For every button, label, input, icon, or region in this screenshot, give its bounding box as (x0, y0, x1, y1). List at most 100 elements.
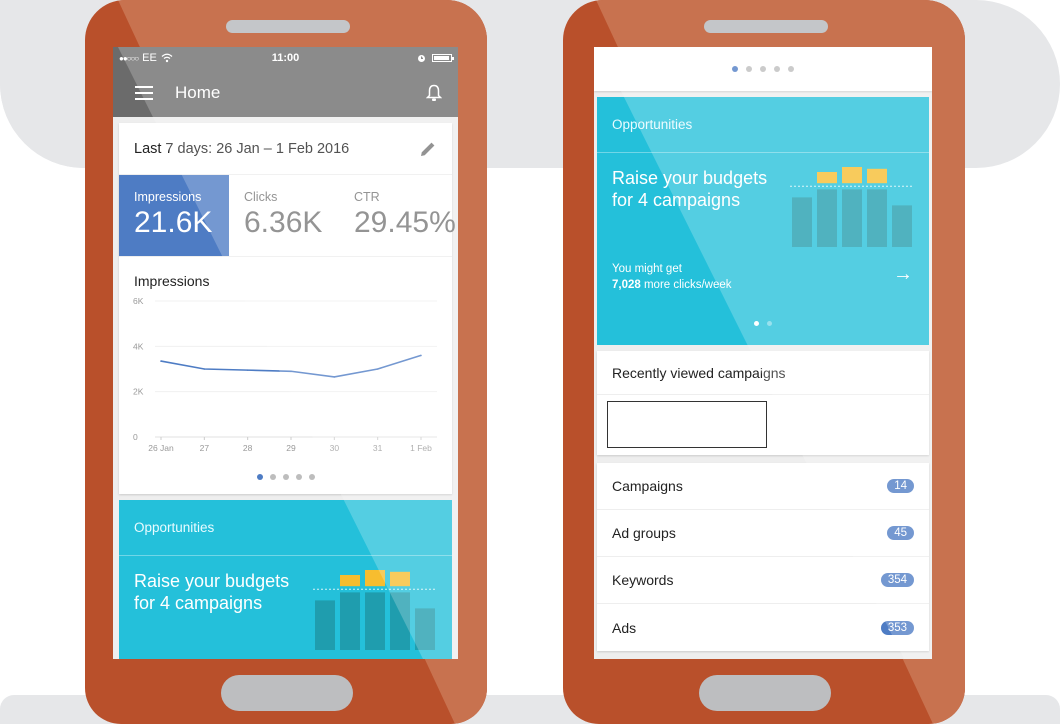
recent-campaigns-card: Recently viewed campaigns (597, 351, 929, 455)
opportunity-card[interactable]: Opportunities Raise your budgets for 4 c… (119, 500, 452, 659)
illustration-base-bar (892, 205, 912, 247)
budget-bars-illustration (790, 167, 914, 247)
pager-dot[interactable] (256, 474, 263, 480)
metric-value: 21.6K (134, 206, 213, 239)
metric-label: Impressions (134, 190, 202, 204)
date-range-label: Last 7 days: 26 Jan – 1 Feb 2016 (134, 140, 350, 157)
illustration-base-bar (792, 197, 812, 247)
phone-speaker (226, 20, 350, 33)
recent-campaigns-title: Recently viewed campaigns (597, 351, 929, 395)
performance-card: Last 7 days: 26 Jan – 1 Feb 2016 Impress… (119, 123, 456, 494)
count-badge: 354 (880, 573, 914, 587)
pager-dot[interactable] (754, 321, 759, 326)
count-badge: 14 (887, 479, 914, 493)
pager-dot[interactable] (732, 66, 738, 72)
x-tick-label: 29 (286, 443, 296, 453)
illustration-base-bar (415, 608, 435, 650)
y-tick-label: 2K (133, 387, 144, 397)
illustration-increase-bar (867, 168, 887, 184)
arrow-right-icon[interactable]: → (893, 263, 913, 286)
opportunity-card[interactable]: Opportunities Raise your budgets for 4 c… (597, 97, 929, 345)
x-tick-label: 26 Jan (148, 443, 174, 453)
opportunity-title: Raise your budgets for 4 campaigns (612, 168, 768, 210)
opportunity-title: Raise your budgets for 4 campaigns (134, 571, 290, 613)
list-item-ad-groups[interactable]: Ad groups 45 (597, 510, 929, 557)
date-range-row[interactable]: Last 7 days: 26 Jan – 1 Feb 2016 (119, 123, 452, 175)
opportunity-estimate: You might get 7,028 more clicks/week (612, 261, 732, 293)
metric-tab-ctr[interactable]: CTR 29.45% (339, 175, 456, 256)
x-tick-label: 28 (243, 443, 253, 453)
count-badge: 353 (880, 620, 914, 635)
metric-value: 6.36K (244, 206, 323, 239)
home-button[interactable] (221, 675, 353, 711)
metric-label: Clicks (244, 190, 278, 204)
pager-dot[interactable] (308, 474, 315, 480)
metric-tab-impressions[interactable]: Impressions 21.6K (119, 175, 229, 256)
list-item-label: Ads (612, 619, 637, 636)
home-button[interactable] (699, 675, 831, 711)
estimate-line-2: more clicks/week (640, 279, 732, 291)
pager-dot[interactable] (760, 66, 766, 72)
y-tick-label: 0 (133, 432, 138, 442)
illustration-increase-bar (390, 571, 410, 587)
status-time: 11:00 (271, 52, 300, 64)
notifications-bell-icon[interactable] (426, 84, 442, 102)
pager-dot[interactable] (767, 321, 772, 326)
opportunity-pager-dots (597, 321, 929, 326)
estimate-line-1: You might get (612, 263, 682, 275)
hamburger-menu-icon[interactable] (129, 86, 159, 100)
list-item-ads[interactable]: Ads 353 (597, 604, 929, 651)
data-point (333, 376, 336, 378)
opportunity-header: Opportunities (119, 500, 452, 556)
page-title: Home (175, 83, 221, 102)
metric-tab-clicks[interactable]: Clicks 6.36K (229, 175, 339, 256)
phone-left: ●●○○○ EE 11:00 Home Last 7 days: 26 Jan … (85, 0, 487, 724)
count-badge: 45 (887, 526, 914, 540)
illustration-base-bar (867, 189, 887, 247)
x-tick-label: 31 (373, 443, 383, 453)
edit-pencil-icon[interactable] (419, 140, 437, 158)
pager-dots (594, 47, 932, 91)
illustration-base-bar (365, 592, 385, 650)
illustration-increase-bar (365, 570, 385, 587)
app-bar: Home (113, 69, 458, 117)
metrics-tabs: Impressions 21.6K Clicks 6.36K CTR 29.45… (119, 175, 456, 257)
list-item-campaigns[interactable]: Campaigns 14 (597, 463, 929, 510)
pager-dot[interactable] (788, 66, 794, 72)
status-bar: ●●○○○ EE 11:00 (113, 47, 458, 69)
impressions-chart: 0 2K 4K 6K 26 Jan 27 28 29 30 31 1 Feb (119, 289, 452, 474)
illustration-increase-bar (842, 167, 862, 184)
list-item-label: Campaigns (612, 478, 683, 494)
opportunity-header: Opportunities (597, 97, 929, 153)
data-point (376, 368, 379, 370)
data-point (203, 368, 206, 370)
y-tick-label: 6K (133, 296, 144, 306)
budget-bars-illustration (313, 570, 437, 650)
list-item-keywords[interactable]: Keywords 354 (597, 557, 929, 604)
list-item-label: Keywords (612, 572, 674, 588)
pager-dot[interactable] (746, 66, 752, 72)
chart-title: Impressions (134, 273, 210, 289)
pager-dot[interactable] (295, 474, 302, 480)
list-item-label: Ad groups (612, 525, 676, 541)
phone-right: Opportunities Raise your budgets for 4 c… (563, 0, 965, 724)
phone-speaker (704, 20, 828, 33)
estimate-clicks-value: 7,028 (612, 279, 641, 291)
pager-dot[interactable] (774, 66, 780, 72)
pager-dot[interactable] (282, 474, 289, 480)
phone-screen-home: ●●○○○ EE 11:00 Home Last 7 days: 26 Jan … (113, 47, 458, 659)
series-line-impressions (160, 354, 422, 378)
pager-dot[interactable] (269, 474, 276, 480)
data-point (160, 360, 162, 362)
x-tick-label: 1 Feb (410, 443, 432, 453)
illustration-increase-bar (340, 575, 360, 587)
illustration-base-bar (390, 592, 410, 650)
pager-dots (119, 474, 452, 494)
illustration-base-bar (315, 600, 335, 650)
illustration-base-bar (340, 592, 360, 650)
x-tick-label: 27 (200, 443, 210, 453)
data-point (246, 369, 249, 371)
battery-icon (432, 54, 454, 62)
recent-campaign-placeholder[interactable] (607, 401, 767, 448)
y-tick-label: 4K (133, 341, 144, 351)
